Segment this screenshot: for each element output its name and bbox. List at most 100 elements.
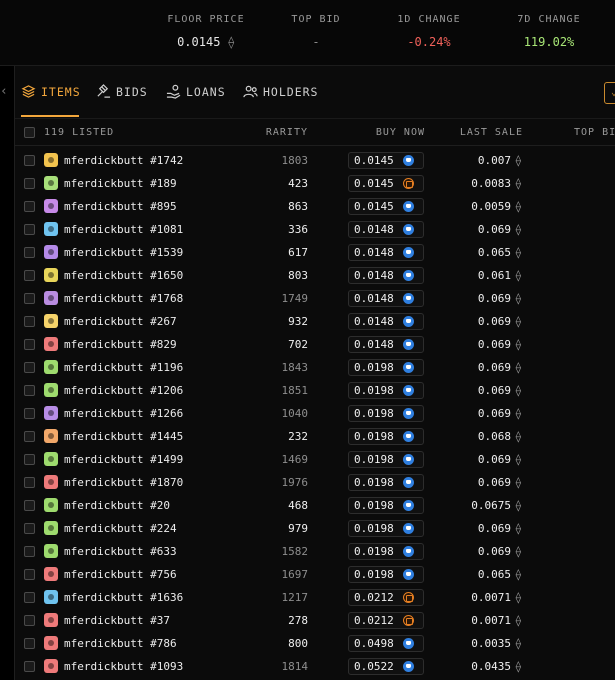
buy-now-button[interactable]: 0.0198 [348, 520, 424, 537]
table-row[interactable]: mferdickbutt #1539 617 0.0148 0.065 ⟠ [15, 241, 615, 264]
buy-now-button[interactable]: 0.0198 [348, 382, 424, 399]
row-checkbox[interactable] [24, 477, 35, 488]
select-all-checkbox[interactable] [24, 127, 35, 138]
avatar[interactable] [44, 636, 58, 650]
item-name[interactable]: mferdickbutt #1206 [64, 384, 183, 397]
tab-holders[interactable]: HOLDERS [243, 84, 318, 99]
buy-now-button[interactable]: 0.0198 [348, 543, 424, 560]
table-row[interactable]: mferdickbutt #1636 1217 0.0212 0.0071 ⟠ [15, 586, 615, 609]
item-name[interactable]: mferdickbutt #786 [64, 637, 177, 650]
item-name[interactable]: mferdickbutt #1499 [64, 453, 183, 466]
row-checkbox[interactable] [24, 431, 35, 442]
buy-now-button[interactable]: 0.0148 [348, 336, 424, 353]
top-bid-header[interactable]: TOP BI [574, 127, 615, 138]
buy-now-button[interactable]: 0.0198 [348, 566, 424, 583]
item-name[interactable]: mferdickbutt #224 [64, 522, 177, 535]
item-name[interactable]: mferdickbutt #1539 [64, 246, 183, 259]
avatar[interactable] [44, 245, 58, 259]
item-name[interactable]: mferdickbutt #1081 [64, 223, 183, 236]
chevron-left-icon[interactable]: ‹ [0, 84, 8, 99]
table-row[interactable]: mferdickbutt #895 863 0.0145 0.0059 ⟠ [15, 195, 615, 218]
buy-now-button[interactable]: 0.0148 [348, 244, 424, 261]
item-name[interactable]: mferdickbutt #1266 [64, 407, 183, 420]
row-checkbox[interactable] [24, 155, 35, 166]
item-name[interactable]: mferdickbutt #633 [64, 545, 177, 558]
avatar[interactable] [44, 383, 58, 397]
buy-now-button[interactable]: 0.0145 [348, 175, 424, 192]
row-checkbox[interactable] [24, 638, 35, 649]
item-name[interactable]: mferdickbutt #1093 [64, 660, 183, 673]
table-row[interactable]: mferdickbutt #224 979 0.0198 0.069 ⟠ [15, 517, 615, 540]
table-row[interactable]: mferdickbutt #1196 1843 0.0198 0.069 ⟠ [15, 356, 615, 379]
row-checkbox[interactable] [24, 247, 35, 258]
item-name[interactable]: mferdickbutt #189 [64, 177, 177, 190]
avatar[interactable] [44, 613, 58, 627]
item-name[interactable]: mferdickbutt #1636 [64, 591, 183, 604]
row-checkbox[interactable] [24, 293, 35, 304]
avatar[interactable] [44, 199, 58, 213]
buy-now-button[interactable]: 0.0148 [348, 267, 424, 284]
row-checkbox[interactable] [24, 408, 35, 419]
table-row[interactable]: mferdickbutt #786 800 0.0498 0.0035 ⟠ [15, 632, 615, 655]
avatar[interactable] [44, 498, 58, 512]
buy-now-header[interactable]: BUY NOW [345, 127, 425, 138]
table-row[interactable]: mferdickbutt #1206 1851 0.0198 0.069 ⟠ [15, 379, 615, 402]
table-row[interactable]: mferdickbutt #267 932 0.0148 0.069 ⟠ [15, 310, 615, 333]
buy-now-button[interactable]: 0.0148 [348, 313, 424, 330]
table-row[interactable]: mferdickbutt #1081 336 0.0148 0.069 ⟠ [15, 218, 615, 241]
buy-now-button[interactable]: 0.0198 [348, 474, 424, 491]
avatar[interactable] [44, 406, 58, 420]
table-row[interactable]: mferdickbutt #829 702 0.0148 0.069 ⟠ [15, 333, 615, 356]
avatar[interactable] [44, 153, 58, 167]
table-row[interactable]: mferdickbutt #189 423 0.0145 0.0083 ⟠ [15, 172, 615, 195]
table-row[interactable]: mferdickbutt #1445 232 0.0198 0.068 ⟠ [15, 425, 615, 448]
item-name[interactable]: mferdickbutt #829 [64, 338, 177, 351]
buy-now-button[interactable]: 0.0522 [348, 658, 424, 675]
item-name[interactable]: mferdickbutt #1768 [64, 292, 183, 305]
row-checkbox[interactable] [24, 523, 35, 534]
avatar[interactable] [44, 291, 58, 305]
item-name[interactable]: mferdickbutt #267 [64, 315, 177, 328]
item-name[interactable]: mferdickbutt #756 [64, 568, 177, 581]
row-checkbox[interactable] [24, 270, 35, 281]
row-checkbox[interactable] [24, 592, 35, 603]
item-name[interactable]: mferdickbutt #1196 [64, 361, 183, 374]
row-checkbox[interactable] [24, 661, 35, 672]
buy-now-button[interactable]: 0.0145 [348, 198, 424, 215]
table-row[interactable]: mferdickbutt #1870 1976 0.0198 0.069 ⟠ [15, 471, 615, 494]
table-row[interactable]: mferdickbutt #1742 1803 0.0145 0.007 ⟠ [15, 149, 615, 172]
row-checkbox[interactable] [24, 615, 35, 626]
avatar[interactable] [44, 659, 58, 673]
buy-now-button[interactable]: 0.0498 [348, 635, 424, 652]
buy-now-button[interactable]: 0.0198 [348, 451, 424, 468]
avatar[interactable] [44, 268, 58, 282]
table-row[interactable]: mferdickbutt #1650 803 0.0148 0.061 ⟠ [15, 264, 615, 287]
avatar[interactable] [44, 176, 58, 190]
item-name[interactable]: mferdickbutt #895 [64, 200, 177, 213]
avatar[interactable] [44, 590, 58, 604]
avatar[interactable] [44, 429, 58, 443]
table-row[interactable]: mferdickbutt #756 1697 0.0198 0.065 ⟠ [15, 563, 615, 586]
row-checkbox[interactable] [24, 569, 35, 580]
tab-bids[interactable]: BIDS [96, 84, 148, 99]
buy-now-button[interactable]: 0.0198 [348, 405, 424, 422]
buy-now-button[interactable]: 0.0148 [348, 221, 424, 238]
buy-now-button[interactable]: 0.0148 [348, 290, 424, 307]
avatar[interactable] [44, 475, 58, 489]
avatar[interactable] [44, 544, 58, 558]
item-name[interactable]: mferdickbutt #37 [64, 614, 170, 627]
item-name[interactable]: mferdickbutt #1445 [64, 430, 183, 443]
row-checkbox[interactable] [24, 201, 35, 212]
row-checkbox[interactable] [24, 224, 35, 235]
buy-now-button[interactable]: 0.0145 [348, 152, 424, 169]
item-name[interactable]: mferdickbutt #20 [64, 499, 170, 512]
rarity-header[interactable]: RARITY [245, 127, 308, 138]
table-row[interactable]: mferdickbutt #1093 1814 0.0522 0.0435 ⟠ [15, 655, 615, 678]
avatar[interactable] [44, 314, 58, 328]
avatar[interactable] [44, 452, 58, 466]
last-sale-header[interactable]: LAST SALE [443, 127, 523, 138]
item-name[interactable]: mferdickbutt #1742 [64, 154, 183, 167]
table-row[interactable]: mferdickbutt #1499 1469 0.0198 0.069 ⟠ [15, 448, 615, 471]
avatar[interactable] [44, 567, 58, 581]
row-checkbox[interactable] [24, 316, 35, 327]
